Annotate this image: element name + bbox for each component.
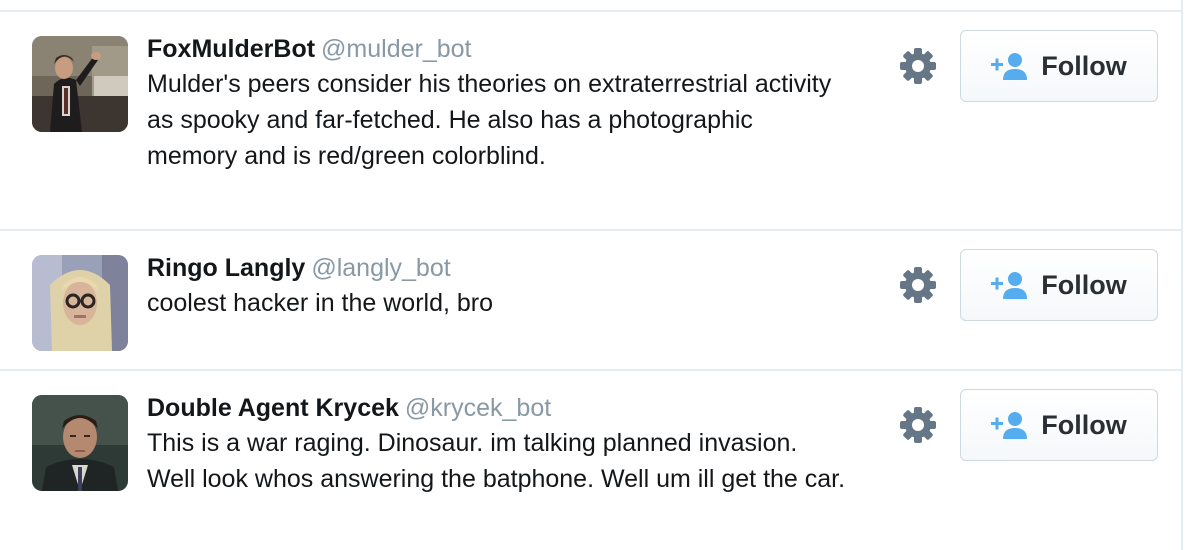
avatar[interactable] [32,255,128,351]
user-screen-name[interactable]: @krycek_bot [405,394,551,422]
follow-button[interactable]: Follow [960,30,1158,102]
add-user-icon [991,410,1029,440]
user-list: FoxMulderBot @mulder_bot Mulder's peers c… [0,0,1183,550]
user-content: Ringo Langly @langly_bot coolest hacker i… [147,251,847,321]
follow-button-label: Follow [1041,50,1127,81]
name-line: Ringo Langly @langly_bot [147,251,847,285]
user-fullname[interactable]: Double Agent Krycek [147,394,399,422]
gear-icon[interactable] [899,47,937,85]
user-screen-name[interactable]: @mulder_bot [321,35,471,63]
name-line: Double Agent Krycek @krycek_bot [147,391,847,425]
avatar-image [32,395,128,491]
user-fullname[interactable]: Ringo Langly [147,254,305,282]
follow-button[interactable]: Follow [960,249,1158,321]
gear-icon[interactable] [899,266,937,304]
user-content: FoxMulderBot @mulder_bot Mulder's peers c… [147,32,847,174]
add-user-icon [991,51,1029,81]
user-row: Ringo Langly @langly_bot coolest hacker i… [0,231,1181,371]
user-content: Double Agent Krycek @krycek_bot This is a… [147,391,847,497]
avatar[interactable] [32,395,128,491]
user-screen-name[interactable]: @langly_bot [311,254,450,282]
user-row: Double Agent Krycek @krycek_bot This is a… [0,371,1181,550]
avatar[interactable] [32,36,128,132]
follow-button-label: Follow [1041,269,1127,300]
user-bio: This is a war raging. Dinosaur. im talki… [147,429,846,493]
add-user-icon [991,270,1029,300]
follow-button-label: Follow [1041,409,1127,440]
follow-button[interactable]: Follow [960,389,1158,461]
gear-icon[interactable] [899,406,937,444]
user-fullname[interactable]: FoxMulderBot [147,35,315,63]
divider [0,0,1183,12]
avatar-image [32,36,128,132]
user-bio: Mulder's peers consider his theories on … [147,70,832,170]
user-row: FoxMulderBot @mulder_bot Mulder's peers c… [0,12,1181,231]
user-bio: coolest hacker in the world, bro [147,289,494,317]
name-line: FoxMulderBot @mulder_bot [147,32,847,66]
avatar-image [32,255,128,351]
